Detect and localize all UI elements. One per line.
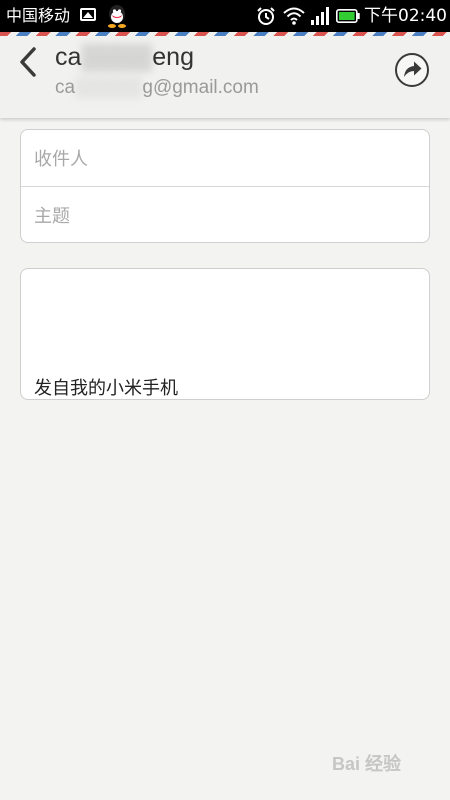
redacted-blur: ▒▒▒▒▒ <box>75 77 143 98</box>
airmail-stripe <box>0 32 450 36</box>
baidu-watermark: Bai 经验 <box>332 750 401 776</box>
signal-icon <box>311 7 329 25</box>
send-button[interactable] <box>394 52 430 88</box>
qq-icon <box>108 5 126 28</box>
sender-email-suffix: g@gmail.com <box>142 77 259 98</box>
battery-icon <box>336 9 360 23</box>
chevron-left-icon <box>20 47 36 77</box>
to-placeholder: 收件人 <box>34 149 88 170</box>
sender-email: ca▒▒▒▒▒g@gmail.com <box>55 77 259 99</box>
watermark-text: Bai 经验 <box>332 754 402 774</box>
sender-name-suffix: eng <box>152 43 194 71</box>
status-bar: 中国移动 下午02:40 <box>0 0 450 32</box>
redacted-blur: ▒▒▒▒ <box>81 43 153 71</box>
signature-text: 发自我的小米手机 <box>34 378 178 399</box>
carrier-label: 中国移动 <box>6 6 71 25</box>
gallery-icon <box>80 8 96 21</box>
subject-field[interactable]: 主题 <box>21 187 429 243</box>
wifi-icon <box>283 7 305 25</box>
alarm-icon <box>257 7 275 25</box>
sender-name: ca▒▒▒▒eng <box>55 43 194 72</box>
subject-placeholder: 主题 <box>34 206 70 227</box>
back-button[interactable] <box>12 44 44 80</box>
clock-time: 下午02:40 <box>364 6 447 26</box>
recipient-subject-card: 收件人 主题 <box>20 129 430 243</box>
sender-name-prefix: ca <box>55 43 82 71</box>
message-body-field[interactable]: 发自我的小米手机 <box>20 268 430 400</box>
sender-email-prefix: ca <box>55 77 76 98</box>
to-field[interactable]: 收件人 <box>21 130 429 186</box>
